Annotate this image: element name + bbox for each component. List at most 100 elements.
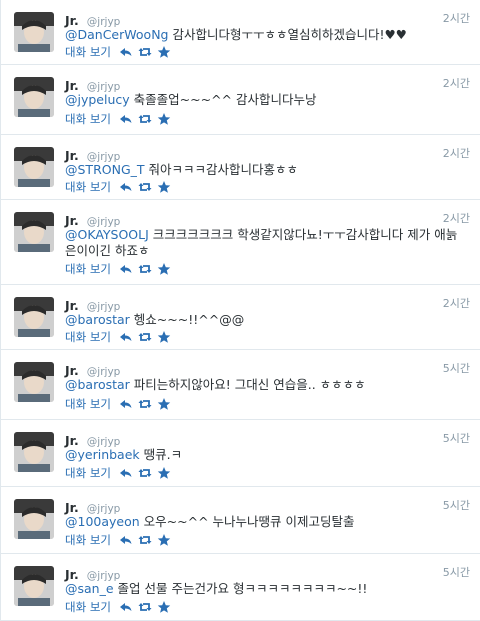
mention-link[interactable]: @DanCerWooNg [65, 27, 168, 42]
avatar[interactable] [14, 432, 54, 472]
tweet-header: Jr. @jrjyp [65, 497, 120, 515]
view-conversation-link[interactable]: 대화 보기 [65, 261, 111, 277]
retweet-icon[interactable] [138, 397, 152, 411]
star-icon[interactable] [157, 45, 171, 59]
view-conversation-link[interactable]: 대화 보기 [65, 179, 111, 195]
retweet-icon[interactable] [138, 180, 152, 194]
avatar[interactable] [14, 362, 54, 402]
reply-arrow-icon[interactable] [119, 45, 133, 59]
avatar[interactable] [14, 147, 54, 187]
reply-arrow-icon[interactable] [119, 262, 133, 276]
author-name[interactable]: Jr. [65, 78, 79, 93]
timestamp[interactable]: 2시간 [443, 295, 470, 311]
reply-arrow-icon[interactable] [119, 180, 133, 194]
reply-arrow-icon[interactable] [119, 466, 133, 480]
mention-link[interactable]: @barostar [65, 312, 130, 327]
avatar[interactable] [14, 566, 54, 606]
avatar[interactable] [14, 77, 54, 117]
author-name[interactable]: Jr. [65, 567, 79, 582]
tweet-text: @100ayeon 오우~~^^ 누나누나땡큐 이제고딩탈출 [65, 514, 468, 530]
tweet-body: 줘아ㅋㅋㅋ감사합니다홍ㅎㅎ [144, 162, 299, 177]
view-conversation-link[interactable]: 대화 보기 [65, 396, 111, 412]
tweet-item[interactable]: Jr. @jrjyp 2시간 @OKAYSOOLJ 크크크크크크크 학생같지않다뇨… [1, 200, 480, 285]
reply-arrow-icon[interactable] [119, 600, 133, 614]
timestamp[interactable]: 2시간 [443, 210, 470, 226]
tweet-item[interactable]: Jr. @jrjyp 5시간 @barostar 파티는하지않아요! 그대신 연습… [1, 350, 480, 420]
author-name[interactable]: Jr. [65, 500, 79, 515]
mention-link[interactable]: @100ayeon [65, 514, 140, 529]
tweet-text: @DanCerWooNg 감사합니다형ㅜㅜㅎㅎ열심히하겠습니다!♥♥ [65, 27, 468, 43]
view-conversation-link[interactable]: 대화 보기 [65, 465, 111, 481]
star-icon[interactable] [157, 397, 171, 411]
view-conversation-link[interactable]: 대화 보기 [65, 329, 111, 345]
tweet-item[interactable]: Jr. @jrjyp 2시간 @DanCerWooNg 감사합니다형ㅜㅜㅎㅎ열심히… [1, 0, 480, 65]
tweet-actions: 대화 보기 [65, 599, 176, 615]
mention-link[interactable]: @jypelucy [65, 92, 130, 107]
star-icon[interactable] [157, 600, 171, 614]
tweet-actions: 대화 보기 [65, 329, 176, 345]
tweet-actions: 대화 보기 [65, 111, 176, 127]
view-conversation-link[interactable]: 대화 보기 [65, 44, 111, 60]
avatar[interactable] [14, 212, 54, 252]
tweet-item[interactable]: Jr. @jrjyp 2시간 @barostar 헹쇼~~~!!^^@@ 대화 보… [1, 285, 480, 350]
reply-arrow-icon[interactable] [119, 330, 133, 344]
tweet-text: @jypelucy 축졸졸업~~~^^ 감사합니다누낭 [65, 92, 468, 108]
reply-arrow-icon[interactable] [119, 112, 133, 126]
tweet-item[interactable]: Jr. @jrjyp 5시간 @100ayeon 오우~~^^ 누나누나땡큐 이제… [1, 487, 480, 554]
author-name[interactable]: Jr. [65, 148, 79, 163]
retweet-icon[interactable] [138, 330, 152, 344]
retweet-icon[interactable] [138, 533, 152, 547]
reply-arrow-icon[interactable] [119, 397, 133, 411]
retweet-icon[interactable] [138, 262, 152, 276]
tweet-text: @OKAYSOOLJ 크크크크크크크 학생같지않다뇨!ㅜㅜ감사합니다 제가 애늙… [65, 227, 468, 259]
timestamp[interactable]: 5시간 [443, 564, 470, 580]
mention-link[interactable]: @STRONG_T [65, 162, 145, 177]
avatar[interactable] [14, 499, 54, 539]
star-icon[interactable] [157, 262, 171, 276]
tweet-item[interactable]: Jr. @jrjyp 2시간 @STRONG_T 줘아ㅋㅋㅋ감사합니다홍ㅎㅎ 대화… [1, 135, 480, 200]
timestamp[interactable]: 5시간 [443, 497, 470, 513]
author-name[interactable]: Jr. [65, 298, 79, 313]
reply-arrow-icon[interactable] [119, 533, 133, 547]
avatar[interactable] [14, 297, 54, 337]
mention-link[interactable]: @barostar [65, 377, 130, 392]
star-icon[interactable] [157, 466, 171, 480]
view-conversation-link[interactable]: 대화 보기 [65, 532, 111, 548]
tweet-item[interactable]: Jr. @jrjyp 5시간 @yerinbaek 땡큐.ㅋ 대화 보기 [1, 420, 480, 487]
tweet-text: @STRONG_T 줘아ㅋㅋㅋ감사합니다홍ㅎㅎ [65, 162, 468, 178]
mention-link[interactable]: @yerinbaek [65, 447, 140, 462]
retweet-icon[interactable] [138, 112, 152, 126]
timestamp[interactable]: 5시간 [443, 430, 470, 446]
tweet-item[interactable]: Jr. @jrjyp 5시간 @san_e 졸업 선물 주는건가요 형ㅋㅋㅋㅋㅋㅋ… [1, 554, 480, 621]
avatar[interactable] [14, 12, 54, 52]
retweet-icon[interactable] [138, 600, 152, 614]
author-name[interactable]: Jr. [65, 433, 79, 448]
timestamp[interactable]: 2시간 [443, 145, 470, 161]
view-conversation-link[interactable]: 대화 보기 [65, 599, 111, 615]
author-name[interactable]: Jr. [65, 213, 79, 228]
mention-link[interactable]: @OKAYSOOLJ [65, 227, 149, 242]
view-conversation-link[interactable]: 대화 보기 [65, 111, 111, 127]
retweet-icon[interactable] [138, 45, 152, 59]
tweet-header: Jr. @jrjyp [65, 75, 120, 93]
timestamp[interactable]: 2시간 [443, 75, 470, 91]
mention-link[interactable]: @san_e [65, 581, 114, 596]
tweet-actions: 대화 보기 [65, 261, 176, 277]
tweet-text: @yerinbaek 땡큐.ㅋ [65, 447, 468, 463]
tweet-actions: 대화 보기 [65, 465, 176, 481]
star-icon[interactable] [157, 112, 171, 126]
author-name[interactable]: Jr. [65, 13, 79, 28]
tweet-body: 헹쇼~~~!!^^@@ [129, 312, 245, 327]
star-icon[interactable] [157, 533, 171, 547]
tweet-item[interactable]: Jr. @jrjyp 2시간 @jypelucy 축졸졸업~~~^^ 감사합니다누… [1, 65, 480, 135]
timestamp[interactable]: 5시간 [443, 360, 470, 376]
tweet-header: Jr. @jrjyp [65, 10, 120, 28]
tweet-text: @barostar 파티는하지않아요! 그대신 연습을.. ㅎㅎㅎㅎ [65, 377, 468, 393]
tweet-body: 땡큐.ㅋ [139, 447, 183, 462]
timestamp[interactable]: 2시간 [443, 10, 470, 26]
retweet-icon[interactable] [138, 466, 152, 480]
star-icon[interactable] [157, 330, 171, 344]
star-icon[interactable] [157, 180, 171, 194]
tweet-body: 오우~~^^ 누나누나땡큐 이제고딩탈출 [139, 514, 355, 529]
author-name[interactable]: Jr. [65, 363, 79, 378]
